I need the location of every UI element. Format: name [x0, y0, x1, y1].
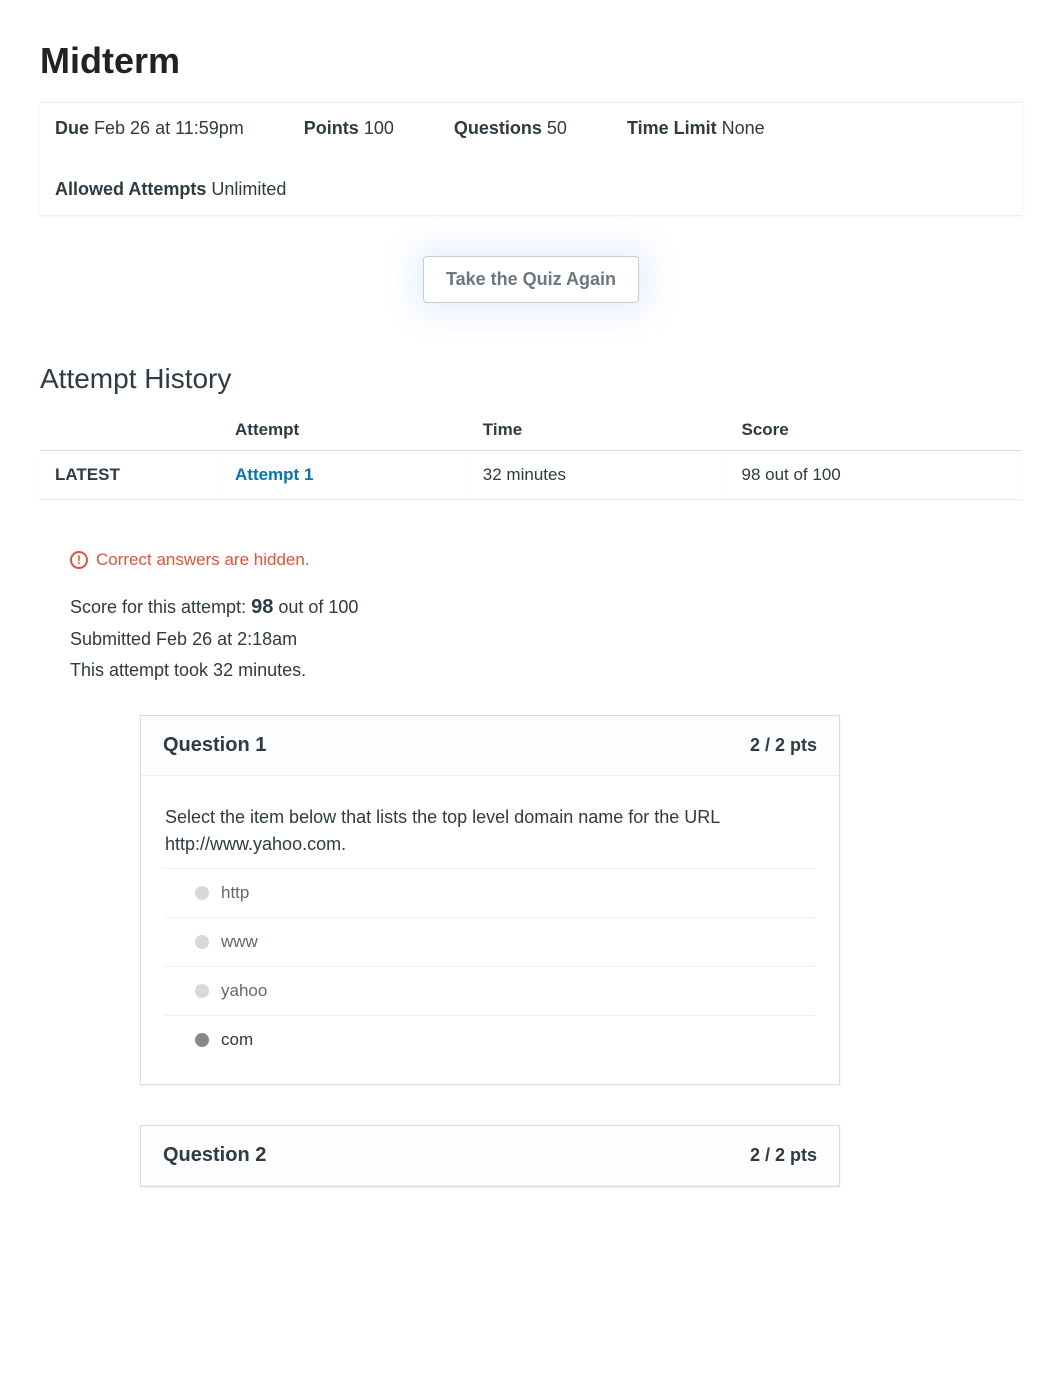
take-quiz-again-button[interactable]: Take the Quiz Again	[423, 256, 639, 303]
question-header: Question 1 2 / 2 pts	[141, 716, 839, 776]
answer-option[interactable]: com	[165, 1015, 815, 1064]
col-attempt: Attempt	[220, 410, 468, 451]
row-time: 32 minutes	[468, 451, 727, 500]
question-header: Question 2 2 / 2 pts	[141, 1126, 839, 1186]
attempt-link[interactable]: Attempt 1	[235, 465, 313, 484]
radio-icon	[195, 886, 209, 900]
meta-due: Due Feb 26 at 11:59pm	[55, 118, 244, 139]
meta-questions-label: Questions	[454, 118, 542, 138]
row-score: 98 out of 100	[726, 451, 1022, 500]
question-card: Question 2 2 / 2 pts	[140, 1125, 840, 1187]
correct-answers-hidden-note: ! Correct answers are hidden.	[70, 550, 1022, 570]
row-tag: LATEST	[40, 451, 220, 500]
alert-icon: !	[70, 551, 88, 569]
col-score: Score	[726, 410, 1022, 451]
score-prefix: Score for this attempt:	[70, 597, 251, 617]
answer-text: com	[221, 1030, 253, 1050]
answer-option[interactable]: www	[165, 917, 815, 966]
quiz-meta: Due Feb 26 at 11:59pm Points 100 Questio…	[40, 102, 1022, 216]
meta-timelimit-label: Time Limit	[627, 118, 717, 138]
question-points: 2 / 2 pts	[750, 735, 817, 756]
meta-questions: Questions 50	[454, 118, 567, 139]
page-title: Midterm	[40, 40, 1022, 82]
col-blank	[40, 410, 220, 451]
col-time: Time	[468, 410, 727, 451]
meta-due-label: Due	[55, 118, 89, 138]
hidden-note-text: Correct answers are hidden.	[96, 550, 310, 570]
meta-attempts: Allowed Attempts Unlimited	[55, 179, 286, 200]
question-title: Question 2	[163, 1144, 266, 1167]
table-row: LATEST Attempt 1 32 minutes 98 out of 10…	[40, 451, 1022, 500]
answer-text: http	[221, 883, 249, 903]
score-line-3: This attempt took 32 minutes.	[70, 655, 1022, 686]
score-value: 98	[251, 596, 273, 618]
meta-points: Points 100	[304, 118, 394, 139]
meta-timelimit-value: None	[722, 118, 765, 138]
meta-timelimit: Time Limit None	[627, 118, 765, 139]
score-info: Score for this attempt: 98 out of 100 Su…	[70, 590, 1022, 685]
question-title: Question 1	[163, 734, 266, 757]
question-card: Question 1 2 / 2 pts Select the item bel…	[140, 715, 840, 1085]
meta-attempts-label: Allowed Attempts	[55, 179, 206, 199]
answer-list: http www yahoo com	[141, 868, 839, 1084]
score-line-2: Submitted Feb 26 at 2:18am	[70, 624, 1022, 655]
answer-text: yahoo	[221, 981, 267, 1001]
question-prompt: Select the item below that lists the top…	[141, 776, 839, 868]
answer-text: www	[221, 932, 258, 952]
meta-attempts-value: Unlimited	[211, 179, 286, 199]
answer-option[interactable]: yahoo	[165, 966, 815, 1015]
score-line-1: Score for this attempt: 98 out of 100	[70, 590, 1022, 624]
radio-icon	[195, 1033, 209, 1047]
attempt-history-table: Attempt Time Score LATEST Attempt 1 32 m…	[40, 410, 1022, 500]
score-suffix: out of 100	[273, 597, 358, 617]
meta-due-value: Feb 26 at 11:59pm	[94, 118, 244, 138]
meta-points-value: 100	[364, 118, 394, 138]
radio-icon	[195, 984, 209, 998]
radio-icon	[195, 935, 209, 949]
meta-points-label: Points	[304, 118, 359, 138]
attempt-history-heading: Attempt History	[40, 363, 1022, 395]
meta-questions-value: 50	[547, 118, 567, 138]
answer-option[interactable]: http	[165, 868, 815, 917]
question-points: 2 / 2 pts	[750, 1145, 817, 1166]
